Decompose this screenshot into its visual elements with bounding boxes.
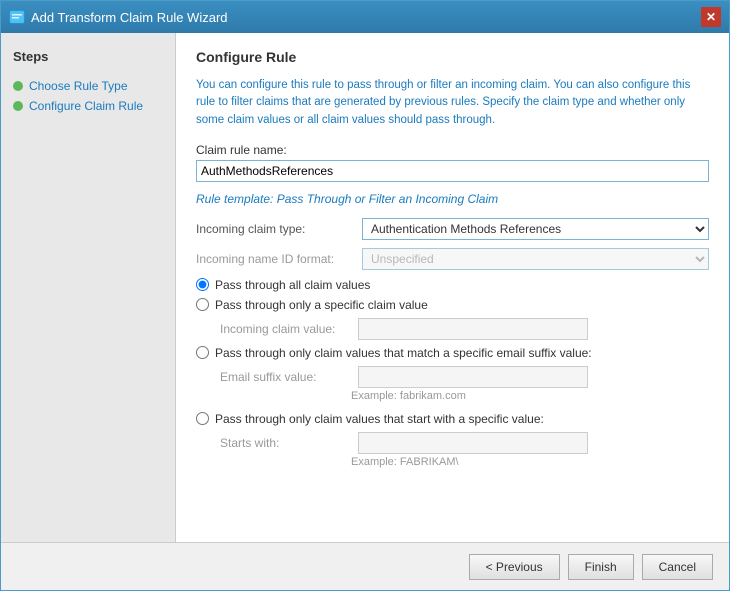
starts-with-example-text: Example: FABRIKAM\ [351,456,709,468]
radio-all-values[interactable] [196,278,209,291]
page-title: Configure Rule [196,49,709,65]
title-bar-left: Add Transform Claim Rule Wizard [9,9,228,25]
title-bar: Add Transform Claim Rule Wizard ✕ [1,1,729,33]
cancel-button[interactable]: Cancel [642,554,713,580]
rule-template-row: Rule template: Pass Through or Filter an… [196,192,709,206]
claim-rule-name-group: Claim rule name: [196,143,709,182]
footer: < Previous Finish Cancel [1,542,729,590]
incoming-claim-value-label: Incoming claim value: [220,322,350,336]
incoming-claim-value-input[interactable] [358,318,588,340]
finish-button[interactable]: Finish [568,554,634,580]
main-panel: Configure Rule You can configure this ru… [176,33,729,542]
starts-with-row: Starts with: [220,432,709,454]
incoming-claim-value-row: Incoming claim value: [220,318,709,340]
radio-email-suffix-label: Pass through only claim values that matc… [215,346,592,360]
radio-row-4: Pass through only claim values that star… [196,412,709,426]
starts-with-input[interactable] [358,432,588,454]
incoming-claim-type-label: Incoming claim type: [196,222,356,236]
radio-starts-with[interactable] [196,412,209,425]
sidebar-item-configure-claim-rule[interactable]: Configure Claim Rule [13,96,163,116]
email-suffix-label: Email suffix value: [220,370,350,384]
sidebar: Steps Choose Rule Type Configure Claim R… [1,33,176,542]
radio-specific-value[interactable] [196,298,209,311]
sidebar-title: Steps [13,49,163,64]
window-title: Add Transform Claim Rule Wizard [31,10,228,25]
email-suffix-row: Email suffix value: [220,366,709,388]
rule-template-label: Rule template: [196,192,273,206]
incoming-name-id-label: Incoming name ID format: [196,252,356,266]
radio-row-3: Pass through only claim values that matc… [196,346,709,360]
step1-indicator [13,81,23,91]
step2-indicator [13,101,23,111]
radio-starts-with-label: Pass through only claim values that star… [215,412,544,426]
description-text: You can configure this rule to pass thro… [196,77,709,129]
wizard-window: Add Transform Claim Rule Wizard ✕ Steps … [0,0,730,591]
email-suffix-input[interactable] [358,366,588,388]
sidebar-item-choose-rule-type-label: Choose Rule Type [29,79,128,93]
incoming-name-id-row: Incoming name ID format: Unspecified [196,248,709,270]
incoming-name-id-select[interactable]: Unspecified [362,248,709,270]
claim-rule-name-label: Claim rule name: [196,143,709,157]
sidebar-item-configure-claim-rule-label: Configure Claim Rule [29,99,143,113]
radio-row-2: Pass through only a specific claim value [196,298,709,312]
content-area: Steps Choose Rule Type Configure Claim R… [1,33,729,542]
sidebar-item-choose-rule-type[interactable]: Choose Rule Type [13,76,163,96]
rule-template-value: Pass Through or Filter an Incoming Claim [277,192,498,206]
radio-specific-value-label: Pass through only a specific claim value [215,298,428,312]
claim-rule-name-input[interactable] [196,160,709,182]
previous-button[interactable]: < Previous [469,554,560,580]
incoming-claim-type-row: Incoming claim type: Authentication Meth… [196,218,709,240]
starts-with-label: Starts with: [220,436,350,450]
radio-all-values-label: Pass through all claim values [215,278,370,292]
close-button[interactable]: ✕ [701,7,721,27]
radio-email-suffix[interactable] [196,346,209,359]
incoming-claim-type-select[interactable]: Authentication Methods References [362,218,709,240]
email-example-text: Example: fabrikam.com [351,390,709,402]
wizard-icon [9,9,25,25]
radio-row-1: Pass through all claim values [196,278,709,292]
